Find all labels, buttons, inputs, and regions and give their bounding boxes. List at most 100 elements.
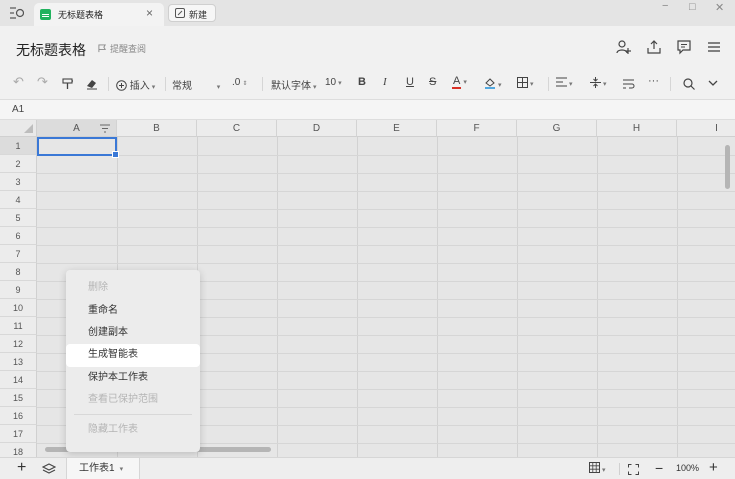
column-header-e[interactable]: E <box>357 120 437 137</box>
add-sheet-button[interactable]: + <box>17 459 26 477</box>
menu-item-duplicate[interactable]: 创建副本 <box>66 322 200 344</box>
grid-border-icon <box>517 77 528 88</box>
number-format-select[interactable]: 常规 ▾ <box>172 77 220 92</box>
hamburger-menu-icon[interactable] <box>706 39 722 55</box>
row-header-8[interactable]: 8 <box>0 263 37 281</box>
cell-reference-box[interactable]: A1 <box>12 104 24 115</box>
grid-view-icon <box>589 462 600 473</box>
comment-icon[interactable] <box>676 39 692 55</box>
document-tab[interactable]: 无标题表格 × <box>34 3 164 26</box>
row-header-18[interactable]: 18 <box>0 443 37 457</box>
row-header-15[interactable]: 15 <box>0 389 37 407</box>
toolbar-divider <box>670 77 671 91</box>
history-menu-icon[interactable] <box>10 7 24 19</box>
eraser-icon[interactable] <box>86 78 98 90</box>
new-tab-button[interactable]: 新建 <box>168 4 216 22</box>
select-all-corner[interactable] <box>0 120 37 137</box>
more-tools-button[interactable]: ··· <box>648 75 659 87</box>
menu-item-rename[interactable]: 重命名 <box>66 300 200 322</box>
row-header-13[interactable]: 13 <box>0 353 37 371</box>
row-header-2[interactable]: 2 <box>0 155 37 173</box>
zoom-in-button[interactable]: + <box>709 459 718 476</box>
redo-icon[interactable]: ↷ <box>37 74 48 90</box>
search-icon[interactable] <box>683 78 695 90</box>
row-header-11[interactable]: 11 <box>0 317 37 335</box>
menu-item-protect-sheet[interactable]: 保护本工作表 <box>66 367 200 389</box>
font-family-select[interactable]: 默认字体 ▾ <box>271 77 317 92</box>
filter-icon[interactable] <box>100 124 110 133</box>
format-painter-icon[interactable] <box>62 78 73 90</box>
insert-label: 插入 <box>129 81 150 92</box>
column-header-h[interactable]: H <box>597 120 677 137</box>
menu-item-hide-sheet[interactable]: 隐藏工作表 <box>66 419 200 441</box>
font-color-button[interactable]: A ▾ <box>452 75 467 89</box>
row-header-10[interactable]: 10 <box>0 299 37 317</box>
decimal-places-stepper[interactable]: .0 ⇕ <box>232 77 247 88</box>
remind-button[interactable]: 提醒查阅 <box>98 42 146 55</box>
grid-line <box>37 191 735 192</box>
minimize-button[interactable]: − <box>662 0 668 12</box>
chevron-down-icon: ▾ <box>338 80 342 87</box>
italic-button[interactable]: I <box>383 76 387 88</box>
font-size-select[interactable]: 10 ▾ <box>325 77 342 88</box>
spreadsheet-icon <box>40 9 51 20</box>
chevron-down-icon: ▾ <box>602 467 606 474</box>
row-header-6[interactable]: 6 <box>0 227 37 245</box>
page-title[interactable]: 无标题表格 <box>16 40 86 60</box>
column-header-g[interactable]: G <box>517 120 597 137</box>
grid-line <box>277 137 278 457</box>
grid-line <box>37 155 735 156</box>
row-header-4[interactable]: 4 <box>0 191 37 209</box>
wrap-text-icon[interactable] <box>623 79 635 89</box>
bold-button[interactable]: B <box>358 76 366 88</box>
fill-color-button[interactable]: ▾ <box>484 77 502 90</box>
row-header-9[interactable]: 9 <box>0 281 37 299</box>
zoom-out-button[interactable]: − <box>655 460 663 476</box>
row-header-3[interactable]: 3 <box>0 173 37 191</box>
row-header-16[interactable]: 16 <box>0 407 37 425</box>
chevron-down-icon: ▾ <box>216 84 221 91</box>
grid-line <box>37 245 735 246</box>
underline-button[interactable]: U <box>406 76 414 88</box>
row-header-1[interactable]: 1 <box>0 137 37 155</box>
column-header-d[interactable]: D <box>277 120 357 137</box>
vertical-scrollbar[interactable] <box>725 145 730 189</box>
active-cell-a1[interactable] <box>37 137 119 158</box>
document-header: 无标题表格 提醒查阅 <box>0 26 735 68</box>
row-header-17[interactable]: 17 <box>0 425 37 443</box>
collapse-toolbar-icon[interactable] <box>708 80 718 87</box>
fullscreen-icon[interactable] <box>628 464 639 475</box>
menu-item-delete[interactable]: 删除 <box>66 277 200 299</box>
share-user-icon[interactable] <box>616 39 632 55</box>
menu-item-smart-table[interactable]: 生成智能表 <box>66 344 200 367</box>
zoom-level[interactable]: 100% <box>676 463 699 473</box>
row-header-5[interactable]: 5 <box>0 209 37 227</box>
document-tab-label: 无标题表格 <box>58 10 104 20</box>
title-bar: 无标题表格 × 新建 − □ ✕ <box>0 0 735 26</box>
row-header-14[interactable]: 14 <box>0 371 37 389</box>
column-header-c[interactable]: C <box>197 120 277 137</box>
view-mode-button[interactable]: ▾ <box>589 462 606 475</box>
borders-button[interactable]: ▾ <box>517 77 534 89</box>
export-icon[interactable] <box>646 39 662 55</box>
tab-close-icon[interactable]: × <box>146 6 153 20</box>
column-header-f[interactable]: F <box>437 120 517 137</box>
font-color-letter: A <box>452 75 462 89</box>
maximize-button[interactable]: □ <box>689 1 696 13</box>
row-header-7[interactable]: 7 <box>0 245 37 263</box>
column-header-b[interactable]: B <box>117 120 197 137</box>
window-close-button[interactable]: ✕ <box>715 1 724 14</box>
strikethrough-button[interactable]: S <box>429 76 436 88</box>
sheet-context-menu: 删除 重命名 创建副本 生成智能表 保护本工作表 查看已保护范围 隐藏工作表 <box>66 270 200 452</box>
row-header-12[interactable]: 12 <box>0 335 37 353</box>
column-header-a[interactable]: A <box>37 120 117 137</box>
insert-button[interactable]: 插入 ▾ <box>116 77 155 92</box>
undo-icon[interactable]: ↶ <box>13 74 24 90</box>
sheet-tab[interactable]: 工作表1 ▾ <box>66 458 140 479</box>
layers-icon[interactable] <box>42 463 56 475</box>
toolbar-divider <box>619 463 620 475</box>
column-header-i[interactable]: I <box>677 120 735 137</box>
menu-item-view-protected-ranges[interactable]: 查看已保护范围 <box>66 389 200 411</box>
horizontal-align-button[interactable]: ▾ <box>556 77 573 89</box>
vertical-align-button[interactable]: ▾ <box>590 77 607 89</box>
